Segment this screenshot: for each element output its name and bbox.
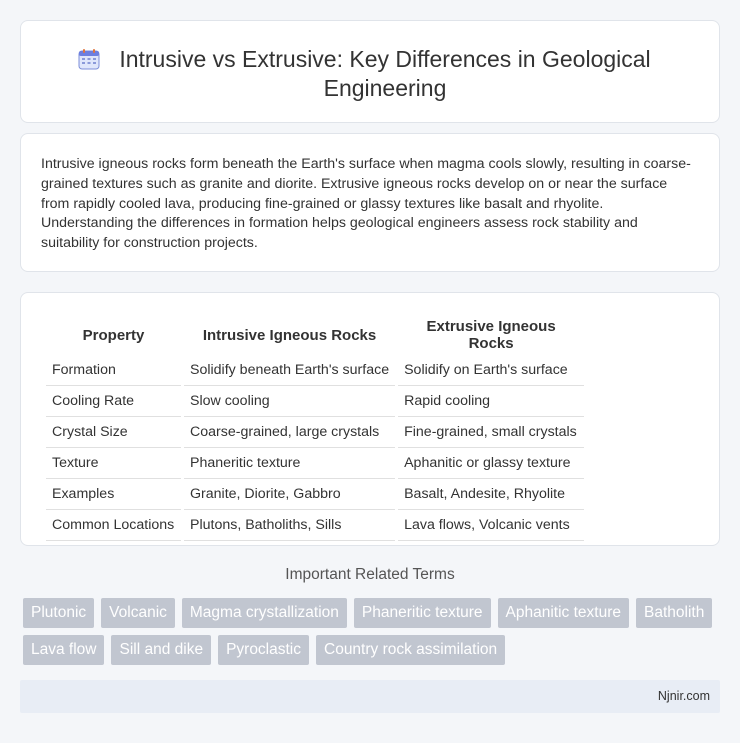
column-header: Property	[82, 326, 145, 344]
table-row: Cooling Rate Slow cooling Rapid cooling	[46, 386, 585, 417]
related-term-tag[interactable]: Sill and dike	[111, 635, 212, 665]
page-title: Intrusive vs Extrusive: Key Differences …	[119, 46, 651, 101]
table-cell: Common Locations	[46, 510, 181, 541]
table-cell: Solidify beneath Earth's surface	[184, 355, 396, 386]
related-term-tag[interactable]: Pyroclastic	[218, 635, 309, 665]
table-cell: Texture	[46, 448, 181, 479]
table-cell: Lava flows, Volcanic vents	[398, 510, 585, 541]
table-cell: Plutons, Batholiths, Sills	[184, 510, 396, 541]
table-cell: Basalt, Andesite, Rhyolite	[398, 479, 585, 510]
related-term-tag[interactable]: Plutonic	[23, 598, 95, 628]
title-card: Intrusive vs Extrusive: Key Differences …	[20, 20, 720, 123]
table-cell: Fine-grained, small crystals	[398, 417, 585, 448]
table-cell: Crystal Size	[46, 417, 181, 448]
column-header: Intrusive Igneous Rocks	[202, 326, 377, 344]
comparison-table: Property Intrusive Igneous Rocks Extrusi…	[43, 315, 587, 541]
related-term-tag[interactable]: Phaneritic texture	[353, 598, 491, 628]
table-row: Formation Solidify beneath Earth's surfa…	[46, 355, 585, 386]
related-term-tag[interactable]: Country rock assimilation	[316, 635, 506, 665]
table-cell: Rapid cooling	[398, 386, 585, 417]
comparison-card: Property Intrusive Igneous Rocks Extrusi…	[20, 292, 720, 546]
intro-paragraph: Intrusive igneous rocks form beneath the…	[41, 156, 691, 252]
related-term-tag[interactable]: Batholith	[636, 598, 713, 628]
table-cell: Phaneritic texture	[184, 448, 396, 479]
table-cell: Solidify on Earth's surface	[398, 355, 585, 386]
table-header-row: Property Intrusive Igneous Rocks Extrusi…	[46, 315, 584, 355]
table-cell: Aphanitic or glassy texture	[398, 448, 585, 479]
table-cell: Cooling Rate	[46, 386, 181, 417]
table-cell: Granite, Diorite, Gabbro	[184, 479, 396, 510]
related-terms-list: Plutonic Volcanic Magma crystallization …	[23, 598, 713, 665]
intro-card: Intrusive igneous rocks form beneath the…	[20, 133, 720, 272]
table-cell: Formation	[46, 355, 181, 386]
related-terms-heading: Important Related Terms	[285, 566, 455, 583]
table-cell: Coarse-grained, large crystals	[184, 417, 396, 448]
column-header: Extrusive Igneous Rocks	[426, 318, 556, 352]
table-cell: Slow cooling	[184, 386, 396, 417]
footer-bar: Njnir.com	[20, 680, 720, 713]
related-term-tag[interactable]: Volcanic	[101, 598, 175, 628]
footer-site-label: Njnir.com	[657, 689, 710, 703]
related-term-tag[interactable]: Magma crystallization	[181, 598, 347, 628]
table-row: Examples Granite, Diorite, Gabbro Basalt…	[46, 479, 585, 510]
table-row: Common Locations Plutons, Batholiths, Si…	[46, 510, 585, 541]
table-row: Crystal Size Coarse-grained, large cryst…	[46, 417, 585, 448]
table-row: Texture Phaneritic texture Aphanitic or …	[46, 448, 585, 479]
related-term-tag[interactable]: Aphanitic texture	[497, 598, 630, 628]
table-cell: Examples	[46, 479, 181, 510]
related-term-tag[interactable]: Lava flow	[23, 635, 105, 665]
